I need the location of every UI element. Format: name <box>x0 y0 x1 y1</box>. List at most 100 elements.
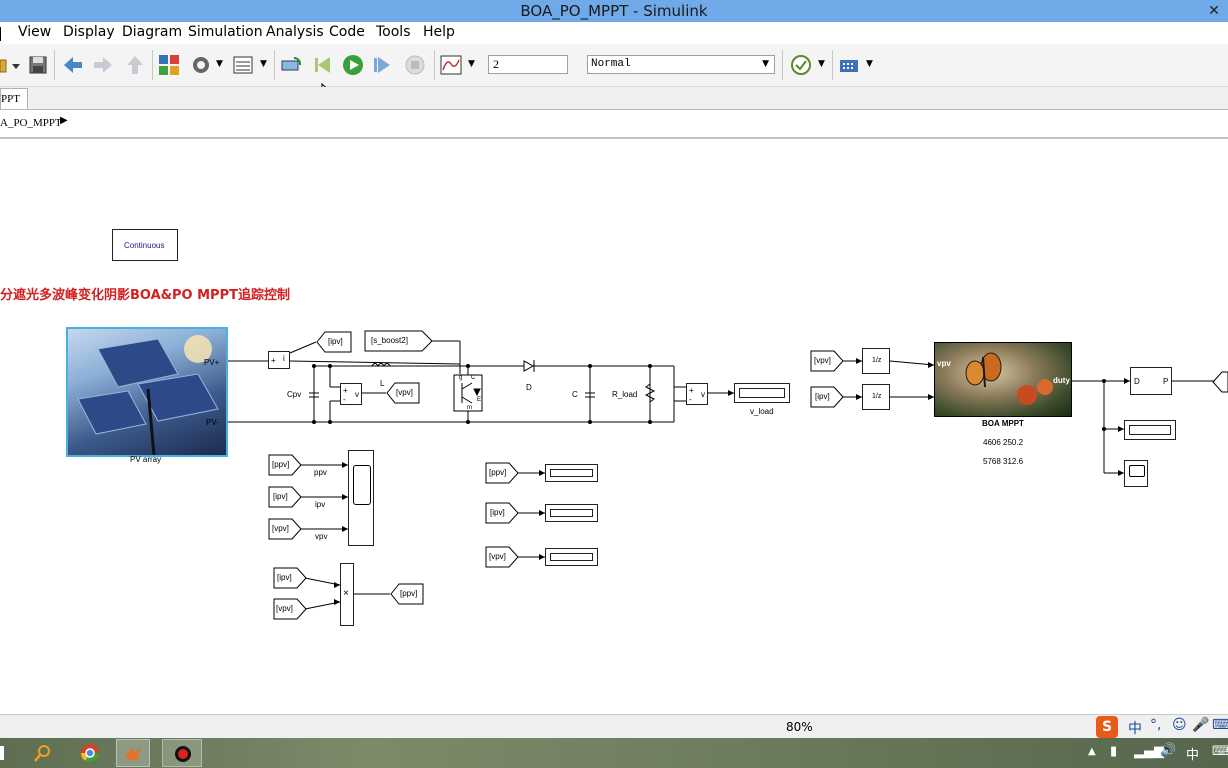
goto-s-boost-block[interactable] <box>1212 371 1228 393</box>
sogou-ime-icon[interactable]: S <box>1096 716 1118 738</box>
tray-expand-icon[interactable]: ▲ <box>1088 746 1096 757</box>
scope-icon <box>353 465 371 505</box>
step-forward-icon[interactable] <box>372 54 394 76</box>
unit-delay-2-block[interactable]: 1/z <box>862 384 890 410</box>
from-ipv-boa-label: [ipv] <box>815 392 830 401</box>
voltage-sensor-block[interactable]: + - v <box>340 383 362 405</box>
diode-label: D <box>526 383 532 392</box>
build-model-icon[interactable] <box>838 54 860 76</box>
toolbar: ▼ ▼ ▼ Normal ▼ ▼ ▼ <box>0 44 1228 156</box>
chevron-down-icon[interactable]: ▼ <box>216 59 223 69</box>
scope-vpv-label: vpv <box>315 532 328 541</box>
scope-block[interactable] <box>348 450 374 546</box>
from-vpv-boa-label: [vpv] <box>814 356 831 365</box>
volume-icon[interactable]: 🔊 <box>1160 743 1176 758</box>
product-block[interactable]: × <box>340 563 354 626</box>
chevron-down-icon[interactable]: ▼ <box>468 59 475 69</box>
close-icon[interactable]: ✕ <box>1200 0 1228 22</box>
diagram-canvas[interactable]: Continuous 分遮光多波峰变化阴影BOA&PO MPPT追踪控制 PV+… <box>0 139 1228 714</box>
menu-item-diagram[interactable]: Diagram <box>122 24 182 40</box>
search-icon[interactable] <box>34 744 52 762</box>
breadcrumb-model[interactable]: A_PO_MPPT <box>0 117 62 129</box>
emoji-icon[interactable]: ☺ <box>1172 717 1187 733</box>
matlab-taskbar-button[interactable] <box>116 739 150 767</box>
menu-item-help[interactable]: Help <box>423 24 455 40</box>
diagram-title: 分遮光多波峰变化阴影BOA&PO MPPT追踪控制 <box>0 288 290 303</box>
solar-panel-icon <box>77 335 219 456</box>
powergui-block[interactable]: Continuous <box>112 229 178 261</box>
ppv-display[interactable] <box>545 464 598 482</box>
chrome-icon[interactable] <box>80 743 100 763</box>
stop-icon[interactable] <box>404 54 426 76</box>
pv-array-label: PV array <box>130 455 162 464</box>
update-diagram-icon[interactable] <box>280 54 302 76</box>
taskbar-ime-language[interactable]: 中 <box>1186 744 1199 763</box>
goto-ipv-label: [ipv] <box>328 337 343 346</box>
duty-scope-block[interactable] <box>1124 460 1148 487</box>
voltage-sensor-plus: + <box>343 386 348 395</box>
gear-icon[interactable] <box>190 54 212 76</box>
battery-icon[interactable]: ▮ <box>1110 744 1117 759</box>
current-sensor-plus: + <box>271 356 276 365</box>
microphone-icon[interactable]: 🎤 <box>1192 717 1209 733</box>
voltage-sensor-v: v <box>355 390 359 399</box>
menu-item-simulation[interactable]: Simulation <box>188 24 263 40</box>
menu-item-code[interactable]: Code <box>329 24 365 40</box>
pv-plus-label: PV+ <box>204 358 220 367</box>
chevron-down-icon[interactable]: ▼ <box>260 59 267 69</box>
chevron-down-icon[interactable]: ▼ <box>866 59 873 69</box>
scope-icon[interactable] <box>440 54 462 76</box>
ipv-display[interactable] <box>545 504 598 522</box>
chevron-right-icon[interactable]: ▶ <box>60 115 68 126</box>
unit-delay-2-label: 1/z <box>872 393 882 400</box>
recorder-taskbar-button[interactable] <box>162 739 202 767</box>
back-arrow-icon[interactable] <box>62 54 84 76</box>
duty-display[interactable] <box>1124 420 1176 440</box>
chevron-down-icon[interactable]: ▼ <box>818 59 825 69</box>
stop-time-input[interactable] <box>488 55 568 74</box>
keyboard-icon[interactable]: ⌨ <box>1212 717 1228 733</box>
from-ipv-mult-label: [ipv] <box>277 573 292 582</box>
diode-symbol <box>523 360 535 372</box>
unit-delay-1-block[interactable]: 1/z <box>862 348 890 374</box>
load-sensor-plus: + <box>689 386 694 395</box>
model-tab-bar: PPT <box>0 87 1228 110</box>
simulation-mode-select[interactable]: Normal ▼ <box>587 55 775 74</box>
pwm-p-label: P <box>1163 377 1169 386</box>
current-sensor-block[interactable]: + i <box>268 351 290 369</box>
boa-input-label: vpv <box>937 359 951 368</box>
vpv-display[interactable] <box>545 548 598 566</box>
save-icon[interactable] <box>27 54 49 76</box>
up-arrow-icon[interactable] <box>124 54 146 76</box>
goto-vpv-label: [vpv] <box>396 388 413 397</box>
v-load-display[interactable] <box>734 383 790 403</box>
step-back-icon[interactable] <box>312 54 334 76</box>
menu-item-view[interactable]: View <box>18 24 51 40</box>
forward-arrow-icon[interactable] <box>92 54 114 76</box>
open-model-icon[interactable] <box>0 54 22 76</box>
punctuation-icon[interactable]: °, <box>1150 717 1161 733</box>
pwm-generator-block[interactable]: D P <box>1130 367 1172 395</box>
inductor-label: L <box>380 379 385 388</box>
menu-item-tools[interactable]: Tools <box>376 24 411 40</box>
run-icon[interactable] <box>342 54 364 76</box>
library-browser-icon[interactable] <box>158 54 180 76</box>
model-tab[interactable]: PPT <box>0 88 28 109</box>
ime-language[interactable]: 中 <box>1128 718 1142 738</box>
boa-title-label: BOA MPPT <box>982 419 1024 428</box>
start-button-edge[interactable] <box>0 746 4 760</box>
igbt-m-label: m <box>467 405 472 411</box>
pv-array-block[interactable]: PV+ PV- <box>66 327 228 457</box>
load-voltage-sensor-block[interactable]: + - v <box>686 383 708 405</box>
goto-ppv-label: [ppv] <box>400 589 418 598</box>
unit-delay-1-label: 1/z <box>872 357 882 364</box>
scope-ppv-label: ppv <box>314 468 327 477</box>
menu-item-file-edge[interactable] <box>0 27 5 41</box>
menu-item-display[interactable]: Display <box>63 24 115 40</box>
model-explorer-icon[interactable] <box>232 54 254 76</box>
model-advisor-check-icon[interactable] <box>790 54 812 76</box>
boa-mppt-block[interactable]: vpv duty <box>934 342 1072 417</box>
menu-item-analysis[interactable]: Analysis <box>266 24 324 40</box>
from-vpv-label: [vpv] <box>272 524 289 533</box>
keyboard-layout-icon[interactable]: ⌨ <box>1212 744 1228 759</box>
